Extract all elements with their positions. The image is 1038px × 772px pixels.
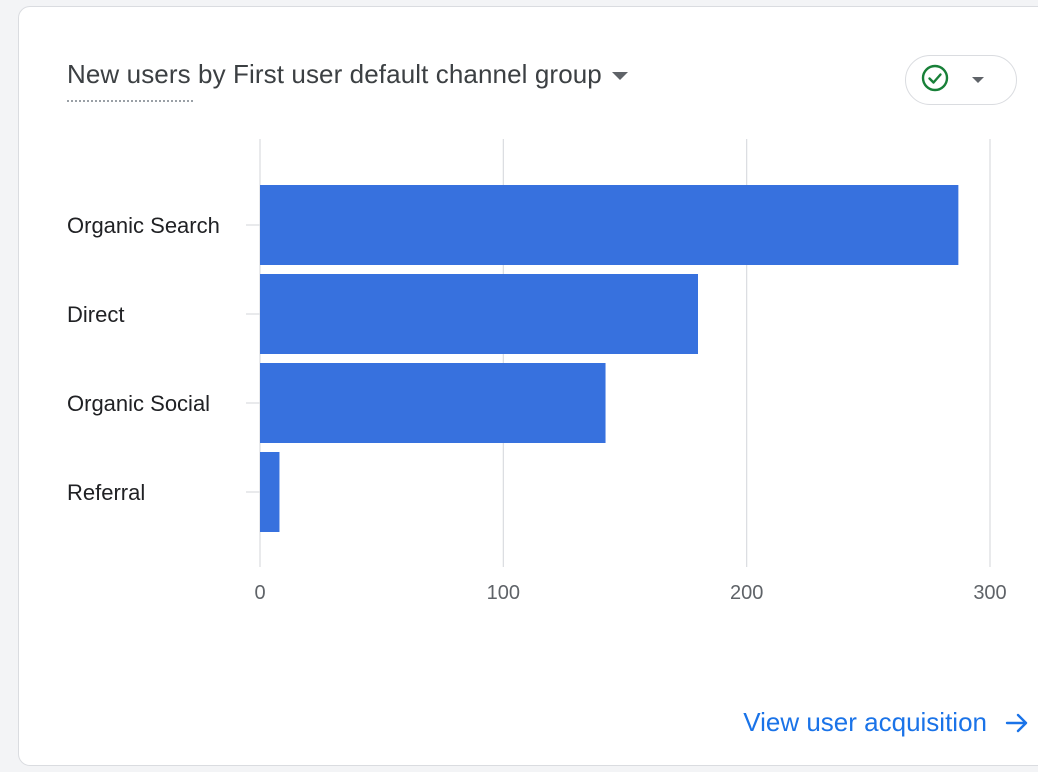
x-tick-label: 100 bbox=[487, 582, 520, 604]
bar-organic-search bbox=[260, 185, 959, 265]
x-tick-label: 0 bbox=[254, 582, 265, 604]
y-category-label: Organic Social bbox=[67, 391, 210, 416]
bar-referral bbox=[260, 452, 280, 532]
arrow-right-icon bbox=[1005, 712, 1029, 734]
x-tick-label: 300 bbox=[973, 582, 1006, 604]
y-category-label: Referral bbox=[67, 480, 145, 505]
y-category-label: Organic Search bbox=[67, 213, 220, 238]
chart-card: New users by First user default channel … bbox=[18, 6, 1038, 766]
bar-chart: 0 100 200 300 Organic Search Direct Organic So… bbox=[67, 139, 1007, 604]
bar-direct bbox=[260, 274, 698, 354]
view-user-acquisition-link[interactable]: View user acquisition bbox=[743, 707, 1029, 738]
x-tick-label: 200 bbox=[730, 582, 763, 604]
bar-organic-social bbox=[260, 363, 606, 443]
y-category-label: Direct bbox=[67, 302, 124, 327]
view-user-acquisition-label: View user acquisition bbox=[743, 707, 987, 737]
